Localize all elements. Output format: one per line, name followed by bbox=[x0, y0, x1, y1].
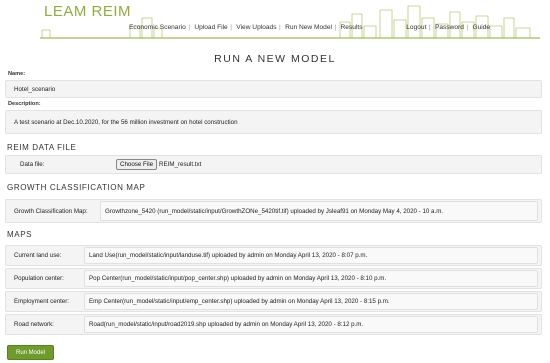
population-center-label: Population center: bbox=[14, 275, 64, 282]
nav-economic-scenario[interactable]: Economic Scenario bbox=[129, 24, 186, 31]
name-value: Hotel_scenario bbox=[14, 85, 56, 93]
choose-file-button[interactable]: Choose File bbox=[116, 159, 158, 170]
nav-upload-file[interactable]: Upload File bbox=[194, 24, 227, 31]
nav-logout[interactable]: Logout bbox=[406, 24, 426, 31]
employment-center-select[interactable]: Emp Center(run_model/static/input/emp_ce… bbox=[84, 293, 538, 310]
name-field[interactable]: Hotel_scenario bbox=[5, 80, 542, 98]
growth-classification-heading: GROWTH CLASSIFICATION MAP bbox=[7, 183, 146, 192]
page-title: RUN A NEW MODEL bbox=[214, 53, 336, 65]
employment-center-label: Employment center: bbox=[14, 298, 70, 305]
current-land-use-label: Current land use: bbox=[14, 252, 62, 259]
population-center-select[interactable]: Pop Center(run_model/static/input/pop_ce… bbox=[84, 270, 538, 287]
population-center-row: Population center: Pop Center(run_model/… bbox=[5, 268, 542, 289]
nav-password[interactable]: Password bbox=[435, 24, 464, 31]
current-land-use-value: Land Use(run_model/static/input/landuse.… bbox=[89, 252, 368, 259]
nav-run-new-model[interactable]: Run New Model bbox=[285, 24, 332, 31]
description-label: Description: bbox=[8, 101, 41, 107]
growth-map-select[interactable]: Growthzone_5420 (run_model/static/input/… bbox=[100, 201, 538, 221]
nav-results[interactable]: Results bbox=[341, 24, 363, 31]
name-label: Name: bbox=[8, 71, 26, 77]
top-nav: Economic Scenario | Upload File | View Upl… bbox=[129, 24, 491, 31]
road-network-row: Road network: Road(run_model/static/inpu… bbox=[5, 314, 542, 335]
growth-map-label: Growth Classification Map: bbox=[14, 207, 88, 215]
employment-center-value: Emp Center(run_model/static/input/emp_ce… bbox=[89, 298, 390, 305]
header: LEAM REIM Economic Scenario | Upload File… bbox=[0, 0, 550, 44]
growth-map-value: Growthzone_5420 (run_model/static/input/… bbox=[105, 207, 444, 215]
employment-center-row: Employment center: Emp Center(run_model/… bbox=[5, 291, 542, 312]
description-value: A test scenario at Dec.10.2020, for the … bbox=[14, 118, 238, 126]
reim-data-file-heading: REIM DATA FILE bbox=[7, 143, 77, 152]
app-logo[interactable]: LEAM REIM bbox=[44, 3, 131, 20]
growth-map-row: Growth Classification Map: Growthzone_54… bbox=[5, 199, 542, 223]
nav-view-uploads[interactable]: View Uploads bbox=[236, 24, 276, 31]
road-network-value: Road(run_model/static/input/road2019.shp… bbox=[89, 321, 364, 328]
road-network-select[interactable]: Road(run_model/static/input/road2019.shp… bbox=[84, 316, 538, 333]
population-center-value: Pop Center(run_model/static/input/pop_ce… bbox=[89, 275, 387, 282]
nav-guide[interactable]: Guide bbox=[472, 24, 490, 31]
current-land-use-row: Current land use: Land Use(run_model/sta… bbox=[5, 245, 542, 266]
run-model-button[interactable]: Run Model bbox=[7, 345, 54, 360]
maps-heading: MAPS bbox=[7, 230, 33, 239]
selected-file-name: REIM_result.txt bbox=[159, 161, 202, 168]
road-network-label: Road network: bbox=[14, 321, 54, 328]
data-file-row: Data file: Choose File REIM_result.txt bbox=[5, 155, 542, 174]
current-land-use-select[interactable]: Land Use(run_model/static/input/landuse.… bbox=[84, 247, 538, 264]
data-file-label: Data file: bbox=[20, 161, 45, 168]
description-field[interactable]: A test scenario at Dec.10.2020, for the … bbox=[5, 110, 542, 134]
